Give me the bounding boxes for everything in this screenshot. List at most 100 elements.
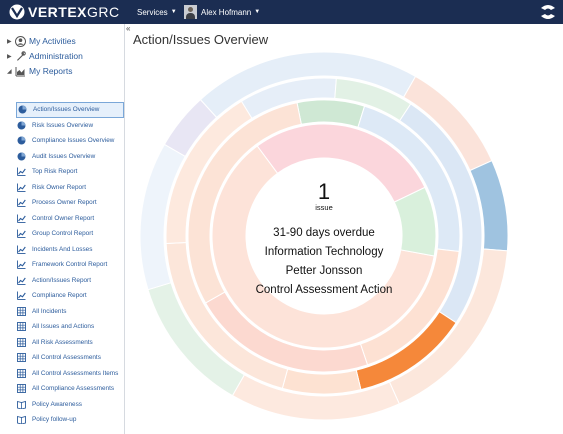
report-item-label: All Compliance Assessments <box>32 385 115 393</box>
brand-name: VERTEX <box>28 4 88 20</box>
expand-arrow-icon: ▶ <box>7 38 12 45</box>
page-title: Action/Issues Overview <box>133 32 269 47</box>
nav-label: Administration <box>29 51 83 61</box>
report-item[interactable]: All Risk Assessments <box>16 335 124 351</box>
report-item[interactable]: Top Risk Report <box>16 164 124 180</box>
report-item-label: Compliance Report <box>32 292 87 300</box>
line-chart-icon <box>17 245 26 254</box>
table-icon <box>17 306 26 316</box>
report-item-label: Incidents And Losses <box>32 245 93 253</box>
pie-chart-icon <box>17 136 26 145</box>
report-item[interactable]: Group Control Report <box>16 226 124 242</box>
sidebar: ▶ My Activities ▶ Administration ◢ My Re… <box>0 24 125 434</box>
nav-my-reports[interactable]: ◢ My Reports <box>7 64 72 78</box>
area-chart-icon <box>15 66 25 76</box>
sunburst-chart[interactable] <box>134 50 514 434</box>
report-item-label: Risk Owner Report <box>32 183 86 191</box>
line-chart-icon <box>17 276 26 285</box>
line-chart-icon <box>17 291 26 301</box>
nav-my-activities[interactable]: ▶ My Activities <box>7 34 76 48</box>
nav-administration[interactable]: ▶ Administration <box>7 49 83 63</box>
collapse-sidebar-icon[interactable]: « <box>126 24 130 33</box>
top-navigation-bar: VERTEX GRC Services ▼ Alex Hofmann ▼ <box>0 0 563 24</box>
report-item[interactable]: All Incidents <box>16 304 124 320</box>
expand-arrow-icon: ▶ <box>7 53 12 60</box>
line-chart-icon <box>17 214 26 223</box>
corner-logo-icon <box>541 5 555 19</box>
report-item-label: Compliance Issues Overview <box>32 137 115 145</box>
pie-chart-icon <box>18 105 27 114</box>
report-item-label: Process Owner Report <box>32 199 97 207</box>
report-item-label: Framework Control Report <box>32 261 108 269</box>
report-item-label: All Risk Assessments <box>32 338 93 346</box>
user-name: Alex Hofmann <box>201 7 252 17</box>
report-item[interactable]: All Compliance Assessments <box>16 381 124 397</box>
table-icon <box>17 322 26 332</box>
report-item-label: All Issues and Actions <box>32 323 95 331</box>
table-icon <box>17 353 26 363</box>
center-issue-count: 1 <box>317 179 331 204</box>
line-chart-icon <box>17 167 26 177</box>
report-item[interactable]: Incidents And Losses <box>16 242 124 258</box>
report-item-label: All Control Assessments <box>32 354 101 362</box>
report-item[interactable]: All Issues and Actions <box>16 319 124 335</box>
report-item[interactable]: Action/Issues Overview <box>16 102 124 118</box>
collapse-arrow-icon: ◢ <box>7 68 12 75</box>
report-item-label: Action/Issues Report <box>32 276 91 284</box>
report-item-label: All Incidents <box>32 307 67 315</box>
sunburst-segment[interactable] <box>281 368 362 395</box>
report-item-label: Audit Issues Overview <box>32 152 96 160</box>
report-item[interactable]: Framework Control Report <box>16 257 124 273</box>
pie-chart-icon <box>17 121 26 130</box>
book-icon <box>17 400 26 409</box>
line-chart-icon <box>17 183 26 192</box>
user-circle-icon <box>15 35 26 47</box>
line-chart-icon <box>17 260 26 270</box>
caret-down-icon: ▼ <box>170 9 177 15</box>
avatar <box>184 5 197 19</box>
report-item[interactable]: All Control Assessments <box>16 350 124 366</box>
center-issue-unit: issue <box>315 203 333 212</box>
report-item-label: All Control Assessments Items <box>32 369 119 377</box>
report-item-label: Group Control Report <box>32 230 94 238</box>
center-owner-label: Petter Jonsson <box>285 265 363 277</box>
center-overdue-label: 31-90 days overdue <box>273 227 375 239</box>
report-item[interactable]: Action/Issues Report <box>16 273 124 289</box>
book-icon <box>17 416 26 425</box>
services-label: Services <box>137 7 168 17</box>
caret-down-icon: ▼ <box>254 9 261 15</box>
report-item[interactable]: All Control Assessments Items <box>16 366 124 382</box>
report-item[interactable]: Process Owner Report <box>16 195 124 211</box>
report-item[interactable]: Risk Owner Report <box>16 180 124 196</box>
table-icon <box>17 368 26 378</box>
table-icon <box>17 384 26 394</box>
logo-mark-icon <box>9 4 25 20</box>
report-item[interactable]: Audit Issues Overview <box>16 149 124 165</box>
user-menu[interactable]: Alex Hofmann ▼ <box>184 0 260 24</box>
wrench-icon <box>17 50 26 61</box>
report-item[interactable]: Risk Issues Overview <box>16 118 124 134</box>
nav-label: My Reports <box>29 66 73 76</box>
report-item[interactable]: Compliance Report <box>16 288 124 304</box>
report-item[interactable]: Policy Awareness <box>16 397 124 413</box>
report-item-label: Policy follow-up <box>32 416 77 424</box>
report-item-label: Risk Issues Overview <box>32 121 94 129</box>
table-icon <box>17 337 26 347</box>
report-item-label: Action/Issues Overview <box>33 106 100 114</box>
center-type-label: Control Assessment Action <box>255 284 393 296</box>
report-item[interactable]: Compliance Issues Overview <box>16 133 124 149</box>
report-item[interactable]: Policy follow-up <box>16 412 124 428</box>
report-list: Action/Issues Overview Risk Issues Overvi… <box>16 102 124 428</box>
report-item-label: Control Owner Report <box>32 214 95 222</box>
report-item-label: Policy Awareness <box>32 400 82 408</box>
report-item-label: Top Risk Report <box>32 168 78 176</box>
line-chart-icon <box>17 198 26 208</box>
center-department-label: Information Technology <box>264 246 384 258</box>
sunburst-segment[interactable] <box>296 99 366 128</box>
vertex-grc-logo[interactable]: VERTEX GRC <box>9 3 120 21</box>
services-menu[interactable]: Services ▼ <box>137 0 177 24</box>
report-item[interactable]: Control Owner Report <box>16 211 124 227</box>
line-chart-icon <box>17 229 26 239</box>
nav-label: My Activities <box>29 36 76 46</box>
brand-suffix: GRC <box>87 4 120 20</box>
